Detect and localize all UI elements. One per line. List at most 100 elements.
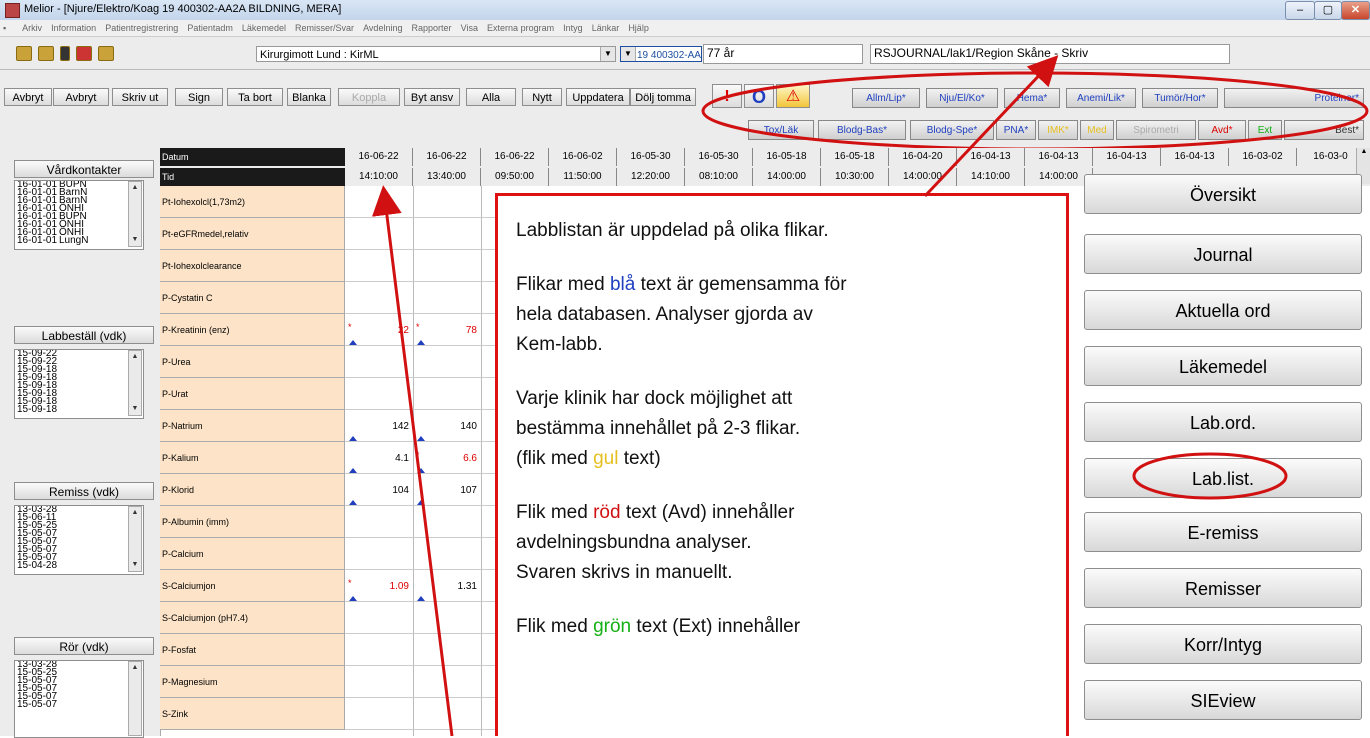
parameter-row[interactable]: Pt-eGFRmedel,relativ <box>160 218 345 250</box>
date-cell[interactable]: 16-04-13 <box>957 148 1025 166</box>
lab-value[interactable]: 104 <box>349 485 409 496</box>
parameter-row[interactable]: P-Klorid <box>160 474 345 506</box>
menu-information[interactable]: Information <box>48 20 99 36</box>
parameter-row[interactable]: P-Kalium <box>160 442 345 474</box>
pen-icon[interactable] <box>60 46 70 61</box>
lab-value[interactable]: 107 <box>417 485 477 496</box>
date-cell[interactable]: 16-04-13 <box>1025 148 1093 166</box>
date-cell[interactable]: 16-05-30 <box>685 148 753 166</box>
folder-open-icon[interactable] <box>16 46 32 61</box>
parameter-row[interactable]: S-Zink <box>160 698 345 730</box>
parameter-row[interactable]: P-Calcium <box>160 538 345 570</box>
parameter-row[interactable]: P-Urat <box>160 378 345 410</box>
date-cell[interactable]: 16-04-20 <box>889 148 957 166</box>
parameter-row[interactable]: P-Kreatinin (enz) <box>160 314 345 346</box>
time-cell[interactable]: 08:10:00 <box>685 168 753 186</box>
close-button[interactable]: ✕ <box>1341 1 1370 20</box>
link-button[interactable]: Koppla <box>338 88 400 106</box>
menu-lakemedel[interactable]: Läkemedel <box>239 20 289 36</box>
parameter-row[interactable]: S-Calciumjon <box>160 570 345 602</box>
parameter-row[interactable]: P-Urea <box>160 346 345 378</box>
all-button[interactable]: Alla <box>466 88 516 106</box>
nav-journal[interactable]: Journal <box>1084 234 1362 274</box>
time-cell[interactable]: 09:50:00 <box>481 168 549 186</box>
unit-select[interactable]: Kirurgimott Lund : KirML ▼ <box>256 46 616 62</box>
nav-e-remiss[interactable]: E-remiss <box>1084 512 1362 552</box>
callout-text: text (Avd) innehåller <box>620 502 795 523</box>
change-responsible-button[interactable]: Byt ansv <box>404 88 460 106</box>
lab-value[interactable]: 78 <box>417 325 477 336</box>
minimize-button[interactable]: – <box>1285 1 1315 20</box>
time-cell[interactable]: 11:50:00 <box>549 168 617 186</box>
time-cell[interactable]: 14:00:00 <box>1025 168 1093 186</box>
date-cell[interactable]: 16-05-18 <box>753 148 821 166</box>
date-cell[interactable]: 16-04-13 <box>1093 148 1161 166</box>
sign-button[interactable]: Sign <box>175 88 223 106</box>
parameter-row[interactable]: Pt-Iohexolcl(1,73m2) <box>160 186 345 218</box>
folder-edit-icon[interactable] <box>38 46 54 61</box>
menu-hjalp[interactable]: Hjälp <box>625 20 652 36</box>
date-cell[interactable]: 16-06-22 <box>345 148 413 166</box>
nav-oversikt[interactable]: Översikt <box>1084 174 1362 214</box>
menu-visa[interactable]: Visa <box>458 20 481 36</box>
date-cell[interactable]: 16-04-13 <box>1161 148 1229 166</box>
menu-lankar[interactable]: Länkar <box>589 20 623 36</box>
parameter-row[interactable]: S-Calciumjon (pH7.4) <box>160 602 345 634</box>
nav-sieview[interactable]: SIEview <box>1084 680 1362 720</box>
print-button[interactable]: Skriv ut <box>112 88 168 106</box>
time-cell[interactable]: 10:30:00 <box>821 168 889 186</box>
menu-externa-program[interactable]: Externa program <box>484 20 557 36</box>
nav-lakemedel[interactable]: Läkemedel <box>1084 346 1362 386</box>
update-button[interactable]: Uppdatera <box>566 88 630 106</box>
restore-button[interactable]: ▢ <box>1314 1 1342 20</box>
nav-lab-ord[interactable]: Lab.ord. <box>1084 402 1362 442</box>
menu-arkiv[interactable]: Arkiv <box>19 20 45 36</box>
lab-value[interactable]: 22 <box>349 325 409 336</box>
date-cell[interactable]: 16-03-0 <box>1297 148 1365 166</box>
vardkontakter-button[interactable]: Vårdkontakter <box>14 160 154 178</box>
menu-patientregistrering[interactable]: Patientregistrering <box>102 20 181 36</box>
parameter-row[interactable]: Pt-Iohexolclearance <box>160 250 345 282</box>
menu-rapporter[interactable]: Rapporter <box>409 20 455 36</box>
time-cell[interactable]: 13:40:00 <box>413 168 481 186</box>
date-cell[interactable]: 16-06-02 <box>549 148 617 166</box>
menu-avdelning[interactable]: Avdelning <box>360 20 405 36</box>
menu-patientadm[interactable]: Patientadm <box>184 20 236 36</box>
menu-intyg[interactable]: Intyg <box>560 20 586 36</box>
date-cell[interactable]: 16-06-22 <box>481 148 549 166</box>
date-cell[interactable]: 16-06-22 <box>413 148 481 166</box>
document-icon[interactable] <box>76 46 92 61</box>
time-cell[interactable]: 14:10:00 <box>957 168 1025 186</box>
time-cell[interactable]: 14:00:00 <box>889 168 957 186</box>
parameter-row[interactable]: P-Albumin (imm) <box>160 506 345 538</box>
parameter-row[interactable]: P-Magnesium <box>160 666 345 698</box>
delete-button[interactable]: Ta bort <box>227 88 283 106</box>
folder-person-icon[interactable] <box>98 46 114 61</box>
hide-empty-button[interactable]: Dölj tomma <box>630 88 696 106</box>
date-cell[interactable]: 16-03-02 <box>1229 148 1297 166</box>
new-button[interactable]: Nytt <box>522 88 562 106</box>
lab-value[interactable]: 1.31 <box>417 581 477 592</box>
menu-remisser-svar[interactable]: Remisser/Svar <box>292 20 357 36</box>
time-cell[interactable]: 12:20:00 <box>617 168 685 186</box>
lab-value[interactable]: 4.1 <box>349 453 409 464</box>
avbryt-button[interactable]: Avbryt <box>53 88 109 106</box>
date-cell[interactable]: 16-05-18 <box>821 148 889 166</box>
lab-value[interactable]: 140 <box>417 421 477 432</box>
pnr-select[interactable]: ▼ 19 400302-AA2A <box>620 46 702 62</box>
scroll-up-icon[interactable]: ▲ <box>1361 148 1368 155</box>
parameter-row[interactable]: P-Cystatin C <box>160 282 345 314</box>
parameter-row[interactable]: P-Natrium <box>160 410 345 442</box>
lab-value[interactable]: 142 <box>349 421 409 432</box>
parameter-row[interactable]: P-Fosfat <box>160 634 345 666</box>
lab-value[interactable]: 6.6 <box>417 453 477 464</box>
date-cell[interactable]: 16-05-30 <box>617 148 685 166</box>
nav-remisser[interactable]: Remisser <box>1084 568 1362 608</box>
nav-korr-intyg[interactable]: Korr/Intyg <box>1084 624 1362 664</box>
avbryt-all-button[interactable]: Avbryt <box>4 88 52 106</box>
time-cell[interactable]: 14:10:00 <box>345 168 413 186</box>
lab-value[interactable]: 1.09 <box>349 581 409 592</box>
blank-button[interactable]: Blanka <box>287 88 331 106</box>
nav-aktuella-ord[interactable]: Aktuella ord <box>1084 290 1362 330</box>
time-cell[interactable]: 14:00:00 <box>753 168 821 186</box>
